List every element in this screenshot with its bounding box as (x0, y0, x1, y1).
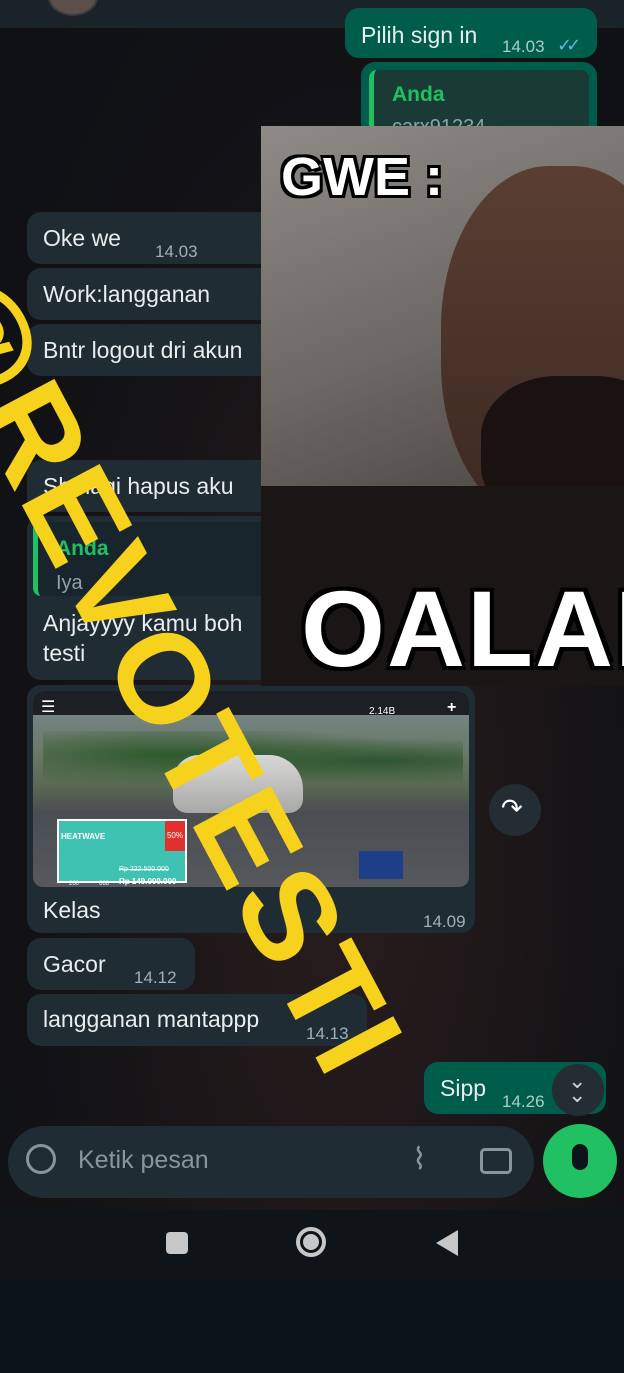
meme-overlay: GWE : OALAH (261, 126, 624, 686)
message-incoming[interactable]: Gacor 14.12 (27, 938, 195, 990)
home-button-dot (303, 1234, 319, 1250)
message-incoming[interactable]: Work:langganan (27, 268, 287, 320)
message-time: 14.03 (155, 242, 198, 261)
forward-icon: ↷ (501, 793, 523, 823)
settings-sliders-icon[interactable]: ☰ (41, 693, 55, 723)
message-text: langganan mantappp (43, 1006, 260, 1032)
forward-button[interactable]: ↷ (489, 784, 541, 836)
message-input[interactable]: Ketik pesan (78, 1146, 209, 1175)
system-nav-bar (0, 1210, 624, 1280)
message-text: Pilih sign in (361, 22, 478, 48)
double-chevron-down-icon: ⌄ ⌄ (568, 1068, 587, 1107)
meme-bottom-text: OALAH (301, 568, 624, 686)
paperclip-icon[interactable]: ⌇ (412, 1142, 427, 1177)
stat-value: 668 (99, 881, 110, 887)
message-incoming[interactable]: Oke we 14.03 (27, 212, 287, 264)
meme-top-text: GWE : (281, 147, 443, 207)
message-text: Oke we (43, 225, 121, 251)
scroll-to-bottom-button[interactable]: ⌄ ⌄ (552, 1064, 604, 1116)
camera-icon[interactable] (480, 1148, 512, 1174)
coin-amount: 2.14B (369, 706, 396, 717)
contact-avatar[interactable] (48, 0, 98, 16)
card-title: HEATWAVE (61, 832, 106, 841)
message-time: 14.09 (423, 912, 466, 931)
message-time: 14.26 (502, 1092, 545, 1111)
message-text: Gacor (43, 951, 106, 977)
message-outgoing[interactable]: Pilih sign in 14.03 ✓✓ (345, 8, 597, 58)
emoji-icon[interactable] (26, 1144, 56, 1174)
read-receipt-icon: ✓✓ (557, 35, 581, 55)
image-caption: Kelas (43, 897, 101, 923)
back-button[interactable] (436, 1230, 458, 1256)
quote-author: Anda (392, 83, 445, 106)
next-button[interactable] (359, 851, 403, 879)
message-time: 14.12 (134, 968, 177, 987)
price: Rp 149.000.000 (119, 877, 177, 886)
add-currency-icon[interactable]: + (447, 693, 456, 723)
message-time: 14.03 (502, 37, 545, 56)
recent-apps-button[interactable] (166, 1232, 188, 1254)
message-composer[interactable]: Ketik pesan ⌇ (8, 1126, 534, 1198)
stat-value: 260 (69, 881, 80, 887)
voice-message-button[interactable] (543, 1124, 617, 1198)
message-text: Work:langganan (43, 281, 211, 307)
microphone-icon (572, 1144, 588, 1170)
